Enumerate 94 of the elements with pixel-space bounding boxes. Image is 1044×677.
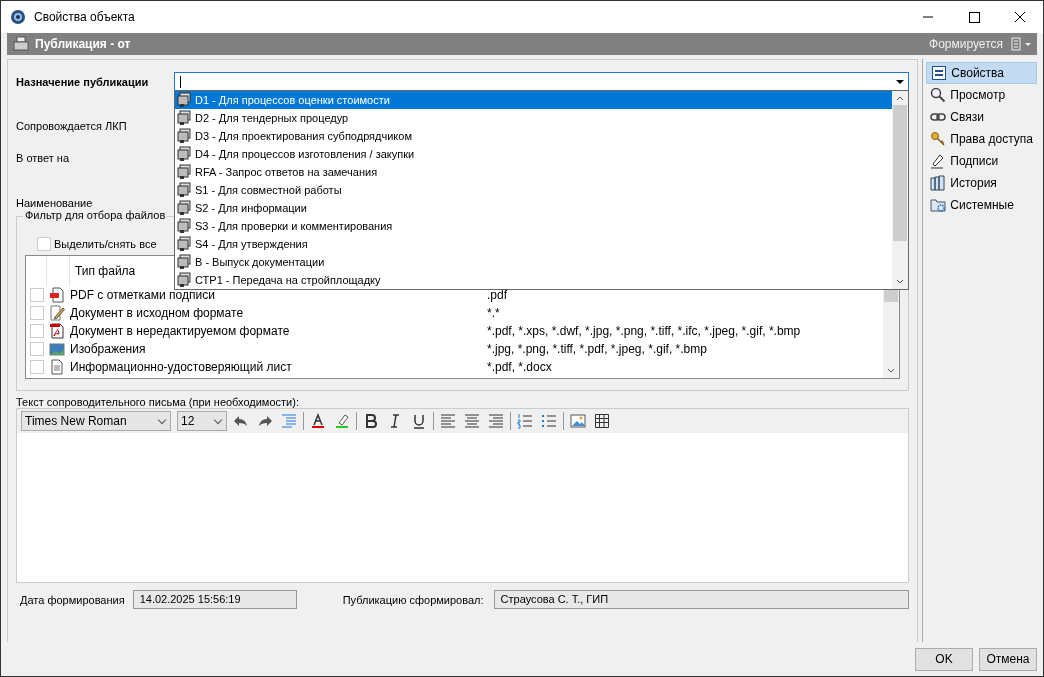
align-right-icon[interactable] <box>488 413 504 429</box>
dropdown-option[interactable]: D2 - Для тендерных процедур <box>175 109 893 127</box>
dropdown-option[interactable]: D1 - Для процессов оценки стоимости <box>175 91 893 109</box>
dropdown-option[interactable]: СТР1 - Передача на стройплощадку <box>175 271 893 289</box>
insert-image-icon[interactable] <box>570 413 586 429</box>
column-header[interactable]: Тип файла <box>70 264 136 278</box>
name-label: Наименование <box>16 197 93 209</box>
sidebar-item[interactable]: Права доступа <box>926 129 1037 149</box>
magnifier-icon <box>930 87 947 103</box>
table-cell-text: Документ в исходном формате <box>70 306 245 320</box>
dropdown-option[interactable]: S3 - Для проверки и комментирования <box>175 217 893 235</box>
purpose-combobox[interactable] <box>174 72 910 92</box>
printer-icon <box>176 200 192 216</box>
highlighter-icon[interactable] <box>334 413 350 429</box>
dropdown-option[interactable]: D4 - Для процессов изготовления / закупки <box>175 145 893 163</box>
table-cell: *.pdf, *.docx <box>487 360 552 374</box>
sidebar-item[interactable]: Просмотр <box>926 85 1037 105</box>
date-field: 14.02.2025 15:56:19 <box>132 590 297 609</box>
dropdown-option[interactable]: S1 - Для совместной работы <box>175 181 893 199</box>
folder-gear-icon <box>930 197 947 213</box>
numbered-list-icon[interactable] <box>517 413 533 429</box>
checkbox[interactable] <box>37 237 51 251</box>
sidebar-item[interactable]: Свойства <box>926 62 1037 84</box>
redo-icon[interactable] <box>257 413 273 429</box>
reply-label: В ответ на <box>16 152 70 164</box>
printer-icon <box>176 146 192 162</box>
printer-icon <box>176 182 192 198</box>
dropdown-option[interactable]: D3 - Для проектирования субподрядчиком <box>175 127 893 145</box>
dropdown-option[interactable]: B - Выпуск документации <box>175 253 893 271</box>
date-label: Дата формирования <box>20 593 125 606</box>
author-field: Страусова С. Т., ГИП <box>493 590 910 609</box>
pencil-document-icon <box>49 305 65 321</box>
app-icon <box>10 9 26 25</box>
key-icon <box>930 131 947 147</box>
table-cell-text: PDF с отметками подписи <box>70 288 216 302</box>
printer-icon <box>176 236 192 252</box>
printer-icon <box>176 128 192 144</box>
text-color-icon[interactable] <box>310 413 326 429</box>
table-cell: *.* <box>487 306 500 320</box>
table-cell-text: Документ в нередактируемом формате <box>70 324 291 338</box>
checkbox[interactable] <box>30 324 44 338</box>
checkbox[interactable] <box>30 360 44 374</box>
scrollbar[interactable] <box>892 91 909 289</box>
printer-icon <box>176 272 192 288</box>
table-cell-text: Информационно-удостоверяющий лист <box>70 360 293 374</box>
cancel-button[interactable]: Отмена <box>979 647 1037 671</box>
dropdown-option[interactable]: RFA - Запрос ответов на замечания <box>175 163 893 181</box>
table-icon[interactable] <box>594 413 610 429</box>
dropdown-option[interactable]: S2 - Для информации <box>175 199 893 217</box>
printer-icon <box>176 110 192 126</box>
status-text: Формируется <box>929 37 1003 51</box>
printer-icon <box>176 164 192 180</box>
document-icon <box>49 359 65 375</box>
table-cell: .pdf <box>487 288 507 302</box>
caret-icon <box>896 80 905 84</box>
printer-icon <box>13 36 29 52</box>
table-cell: *.jpg, *.png, *.tiff, *.pdf, *.jpeg, *.gif, *.bmp <box>487 342 707 356</box>
sidebar-item[interactable]: Связи <box>926 107 1037 127</box>
lkp-label: Сопровождается ЛКП <box>16 120 127 132</box>
bulleted-list-icon[interactable] <box>541 413 557 429</box>
align-center-icon[interactable] <box>464 413 480 429</box>
underline-icon[interactable] <box>411 413 427 429</box>
purpose-label: Назначение публикации <box>16 76 150 88</box>
select-all-label: Выделить/снять все <box>54 238 157 250</box>
printer-icon <box>176 92 192 108</box>
dropdown-option[interactable]: S4 - Для утверждения <box>175 235 893 253</box>
sidebar-item[interactable]: Системные <box>926 195 1037 215</box>
books-icon <box>930 175 947 191</box>
image-icon <box>49 341 65 357</box>
table-cell-text: Изображения <box>70 342 147 356</box>
printer-icon <box>176 218 192 234</box>
pdf-file-icon <box>49 287 65 303</box>
sidebar-item[interactable]: Подписи <box>926 151 1037 171</box>
ok-button[interactable]: OK <box>915 647 973 671</box>
window-title: Свойства объекта <box>34 10 135 24</box>
indent-icon[interactable] <box>281 413 297 429</box>
bold-icon[interactable] <box>363 413 379 429</box>
align-left-icon[interactable] <box>440 413 456 429</box>
form-icon <box>931 65 948 81</box>
scroll-thumb[interactable] <box>893 105 908 241</box>
document-menu-icon[interactable] <box>1009 37 1033 51</box>
group-title: Фильтр для отбора файлов <box>23 209 168 221</box>
author-label: Публикацию сформировал: <box>342 593 484 606</box>
printer-icon <box>176 254 192 270</box>
sidebar-item[interactable]: История <box>926 173 1037 193</box>
header-title: Публикация - от <box>35 37 131 51</box>
letter-text-label: Текст сопроводительного письма (при необходимости): <box>16 396 300 408</box>
checkbox[interactable] <box>30 342 44 356</box>
pdf-file-icon <box>49 323 65 339</box>
checkbox[interactable] <box>30 288 44 302</box>
font-dropdown[interactable]: Times New Roman <box>21 411 171 431</box>
font-size-dropdown[interactable]: 12 <box>177 411 227 431</box>
checkbox[interactable] <box>30 306 44 320</box>
table-cell: *.pdf, *.xps, *.dwf, *.jpg, *.png, *.tiff, *.ifc, *.jpeg, *.gif, *.bmp <box>487 324 801 338</box>
